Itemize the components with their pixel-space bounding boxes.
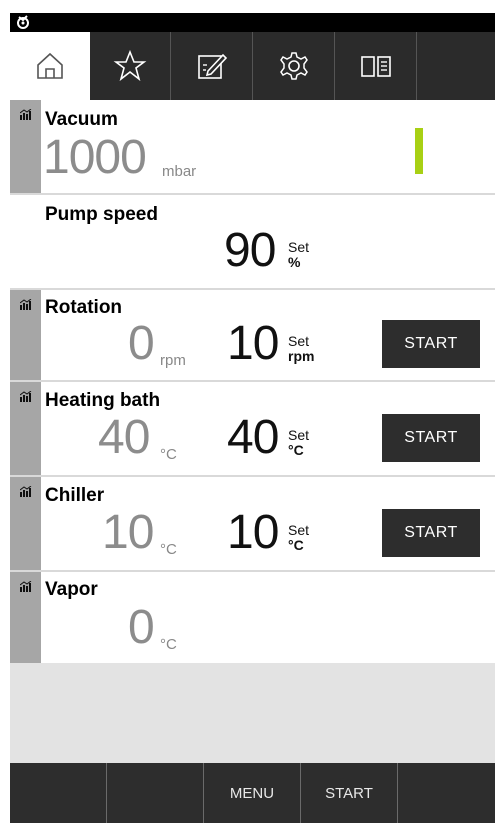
tab-settings[interactable] [253,32,335,100]
bottom-button-5[interactable] [398,763,495,823]
rotation-row[interactable]: Rotation 0 rpm 10 Set rpm START [10,290,495,382]
device-icon [17,15,29,29]
heating-bath-start-button[interactable]: START [382,414,480,462]
graph-icon [20,581,32,592]
rotation-value: 0 [128,317,155,370]
chiller-set-caption: Set °C [288,523,309,553]
status-bar [10,13,495,32]
bottom-button-2[interactable] [107,763,204,823]
chiller-unit: °C [160,541,177,558]
rotation-start-button[interactable]: START [382,320,480,368]
vacuum-unit: mbar [162,163,197,180]
heating-bath-set-caption: Set °C [288,428,309,458]
rotation-unit: rpm [160,352,186,369]
tab-manual[interactable] [335,32,417,100]
chiller-sidebar[interactable] [10,477,41,570]
chiller-value: 10 [102,506,154,559]
bottom-bar: MENU START [10,763,495,823]
chiller-label: Chiller [45,485,105,506]
graph-icon [20,391,32,402]
pump-speed-set-label: Set [288,239,310,255]
tab-notes[interactable] [171,32,253,100]
gear-icon [279,52,308,80]
vacuum-value: 1000 [43,131,147,184]
rotation-set-label: Set [288,333,310,349]
tab-favorites[interactable] [90,32,171,100]
rotation-sidebar[interactable] [10,290,41,380]
tab-home[interactable] [10,32,90,100]
pump-speed-set-caption: Set % [288,240,309,270]
vapor-row[interactable]: Vapor 0 °C [10,572,495,663]
chiller-set-label: Set [288,522,310,538]
heating-bath-set-unit: °C [288,442,304,458]
heating-bath-unit: °C [160,446,177,463]
star-icon [113,49,147,82]
graph-icon [20,109,32,120]
chiller-set-unit: °C [288,537,304,553]
rotation-set-unit: rpm [288,348,315,364]
rotation-set-value[interactable]: 10 [227,320,279,368]
rotation-label: Rotation [45,297,123,318]
vacuum-level-bar [415,128,423,174]
rotation-set-caption: Set rpm [288,334,314,364]
heating-bath-set-value[interactable]: 40 [227,414,279,462]
vapor-value: 0 [128,601,155,654]
heating-bath-sidebar[interactable] [10,382,41,475]
vacuum-sidebar[interactable] [10,100,41,193]
pump-speed-label: Pump speed [45,204,158,225]
start-button[interactable]: START [301,763,398,823]
pump-speed-set-unit: % [288,254,301,270]
vapor-unit: °C [160,636,177,653]
chiller-set-value[interactable]: 10 [227,509,279,557]
vapor-sidebar[interactable] [10,572,41,663]
menu-button[interactable]: MENU [204,763,301,823]
pump-speed-row[interactable]: Pump speed 90 Set % [10,195,495,290]
chiller-start-button[interactable]: START [382,509,480,557]
home-icon [37,52,63,79]
book-icon [360,56,391,77]
vacuum-label: Vacuum [45,109,118,130]
tab-bar [10,32,495,100]
tab-empty[interactable] [417,32,495,100]
pump-speed-set-value[interactable]: 90 [224,227,276,275]
graph-icon [20,486,32,497]
bottom-button-1[interactable] [10,763,107,823]
heating-bath-row[interactable]: Heating bath 40 °C 40 Set °C START [10,382,495,477]
heating-bath-value: 40 [98,411,150,464]
empty-area [10,663,495,763]
graph-icon [20,299,32,310]
heating-bath-label: Heating bath [45,390,161,411]
notepad-icon [197,53,227,79]
vapor-label: Vapor [45,579,98,600]
chiller-row[interactable]: Chiller 10 °C 10 Set °C START [10,477,495,572]
heating-bath-set-label: Set [288,427,310,443]
vacuum-row[interactable]: Vacuum 1000 mbar [10,100,495,195]
